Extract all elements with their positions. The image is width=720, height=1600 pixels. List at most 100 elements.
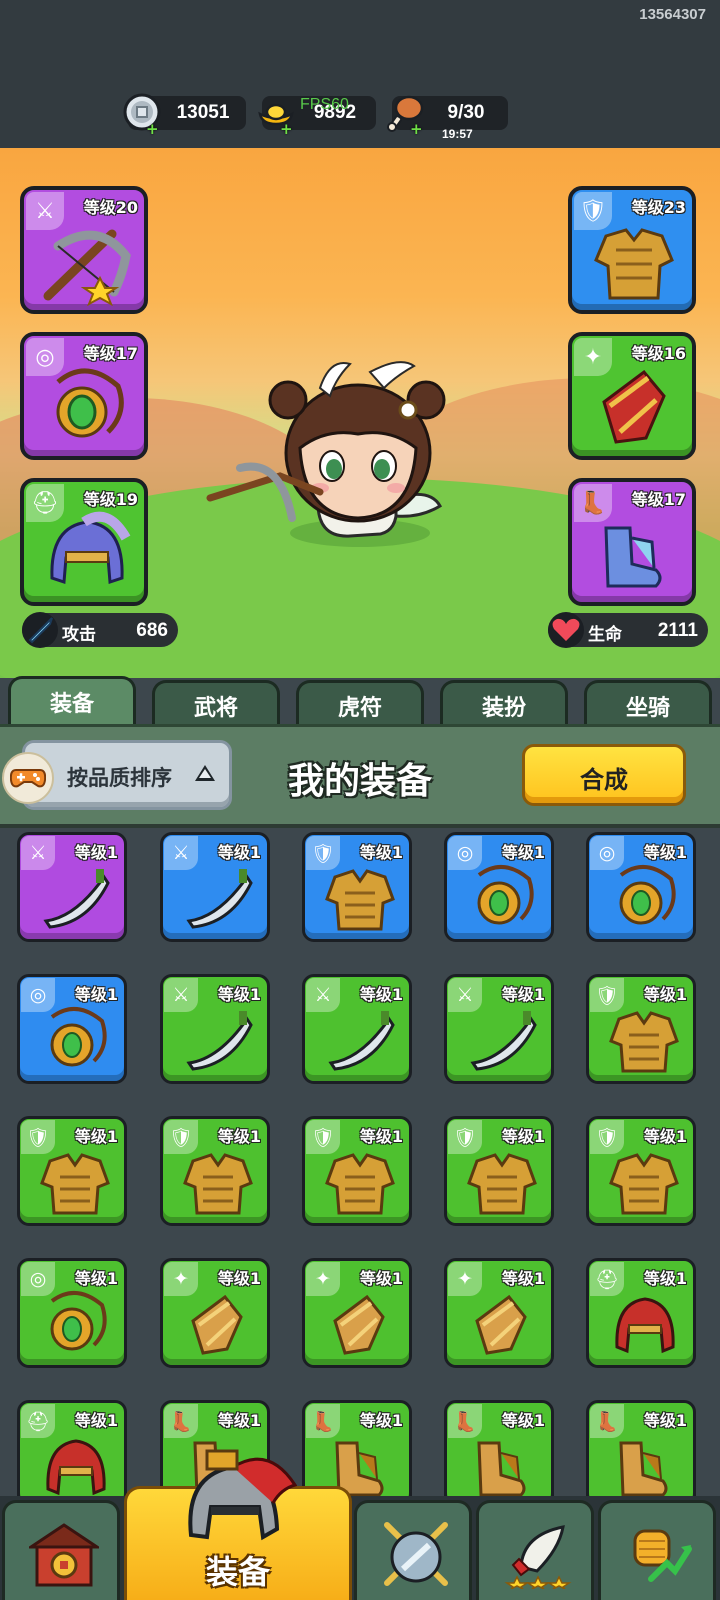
panel-title: 我的装备 xyxy=(287,761,432,802)
slot-level: 等级20 xyxy=(83,198,138,217)
session-id: 13564307 xyxy=(639,6,706,23)
tab-generals[interactable]: 武将 xyxy=(152,680,280,726)
inventory-item[interactable]: ⛑ 等级1 xyxy=(586,1258,696,1368)
crossbow-icon xyxy=(43,229,131,306)
broadsword-icon xyxy=(470,1011,537,1071)
nav-city-gate[interactable] xyxy=(2,1500,120,1600)
shield-swords-icon xyxy=(384,1522,448,1586)
silver-coin-counter[interactable]: 13051 + xyxy=(123,93,246,137)
equip-slot-weapon[interactable]: ⚔ 等级20 xyxy=(20,186,148,314)
equip-slot-armor[interactable]: 🛡 等级23 xyxy=(568,186,696,314)
item-level: 等级1 xyxy=(217,843,261,862)
inventory-item[interactable]: 🛡 等级1 xyxy=(302,1116,412,1226)
hero-character[interactable] xyxy=(200,348,470,558)
inventory-item[interactable]: ✦ 等级1 xyxy=(302,1258,412,1368)
bracer-icon xyxy=(602,369,666,444)
red-armor-icon xyxy=(183,1153,253,1215)
boots-icon xyxy=(477,1441,526,1497)
jeweled-amulet-icon xyxy=(50,1007,107,1067)
inventory-item[interactable]: ⛑ 等级1 xyxy=(17,1400,127,1500)
inventory-item[interactable]: 🛡 等级1 xyxy=(302,832,412,942)
item-level: 等级1 xyxy=(643,843,687,862)
item-level: 等级1 xyxy=(359,1411,403,1430)
add-silver-icon[interactable]: + xyxy=(146,122,159,137)
item-level: 等级1 xyxy=(217,985,261,1004)
hp-value: 2111 xyxy=(657,620,698,641)
item-level: 等级1 xyxy=(74,1411,118,1430)
item-level: 等级1 xyxy=(501,1127,545,1146)
helmet-icon xyxy=(188,1449,297,1541)
item-level: 等级1 xyxy=(643,1411,687,1430)
inventory-item[interactable]: ◎ 等级1 xyxy=(444,832,554,942)
bracer-icon xyxy=(191,1294,243,1355)
equip-slot-amulet[interactable]: ◎ 等级17 xyxy=(20,332,148,460)
tab-equipment[interactable]: 装备 xyxy=(8,676,136,726)
inventory-item[interactable]: 🛡 等级1 xyxy=(586,974,696,1084)
nav-battle[interactable] xyxy=(354,1500,472,1600)
inventory-item[interactable]: ⚔ 等级1 xyxy=(302,974,412,1084)
item-level: 等级1 xyxy=(217,1269,261,1288)
tab-tally[interactable]: 虎符 xyxy=(296,680,424,726)
item-level: 等级1 xyxy=(643,1269,687,1288)
inventory-item[interactable]: 🛡 等级1 xyxy=(17,1116,127,1226)
helmet-icon xyxy=(615,1297,675,1354)
energy-timer: 19:57 xyxy=(442,127,473,141)
jade-amulet-icon xyxy=(50,1291,107,1351)
inventory-item[interactable]: ◎ 等级1 xyxy=(586,832,696,942)
inventory-item[interactable]: ⚔ 等级1 xyxy=(160,974,270,1084)
boots-icon xyxy=(604,526,662,588)
slot-level: 等级23 xyxy=(631,198,686,217)
attack-label: 攻击 xyxy=(62,625,96,645)
inventory-item[interactable]: ◎ 等级1 xyxy=(17,974,127,1084)
broadsword-icon xyxy=(328,1011,395,1071)
bracer-icon xyxy=(475,1294,527,1355)
inventory-item[interactable]: 🛡 等级1 xyxy=(160,1116,270,1226)
item-level: 等级1 xyxy=(501,1411,545,1430)
inventory-item[interactable]: ✦ 等级1 xyxy=(160,1258,270,1368)
item-level: 等级1 xyxy=(359,985,403,1004)
horn-amulet-icon xyxy=(619,865,676,925)
tab-outfits[interactable]: 装扮 xyxy=(440,680,568,726)
crossbow-icon xyxy=(186,869,253,929)
boots-icon xyxy=(619,1441,668,1497)
merge-button[interactable]: 合成 xyxy=(522,744,686,806)
equip-slot-boots[interactable]: 👢 等级17 xyxy=(568,478,696,606)
item-level: 等级1 xyxy=(359,1127,403,1146)
nav-upgrade[interactable] xyxy=(598,1500,716,1600)
add-gold-icon[interactable]: + xyxy=(280,122,293,137)
inventory-item[interactable]: 🛡 等级1 xyxy=(586,1116,696,1226)
add-energy-icon[interactable]: + xyxy=(410,122,423,137)
equip-slot-bracer[interactable]: ✦ 等级16 xyxy=(568,332,696,460)
amulet-icon xyxy=(56,368,124,438)
inventory-item[interactable]: ⚔ 等级1 xyxy=(444,974,554,1084)
shuriken-icon xyxy=(186,1011,253,1071)
slot-level: 等级16 xyxy=(631,344,686,363)
item-level: 等级1 xyxy=(74,985,118,1004)
inventory-item[interactable]: ⚔ 等级1 xyxy=(160,832,270,942)
inventory-grid: ⚔ 等级1 ⚔ 等级1 🛡 等级1 ◎ 等级1 ◎ 等级1 ◎ 等级1 ⚔ 等级1 ⚔ 等级1 ⚔ 等级1 🛡 等级1… xyxy=(0,830,720,1500)
slot-level: 等级19 xyxy=(83,490,138,509)
inventory-item[interactable]: ✦ 等级1 xyxy=(444,1258,554,1368)
silver-coin-value: 13051 xyxy=(176,102,230,123)
helmet-icon xyxy=(46,1439,106,1496)
inventory-item[interactable]: ◎ 等级1 xyxy=(17,1258,127,1368)
gamepad-icon[interactable] xyxy=(2,752,54,804)
robe-icon xyxy=(609,1011,679,1073)
sword-icon xyxy=(22,612,58,648)
item-level: 等级1 xyxy=(74,1269,118,1288)
inventory-item[interactable]: 👢 等级1 xyxy=(444,1400,554,1500)
inventory-item[interactable]: 👢 等级1 xyxy=(302,1400,412,1500)
gate-icon xyxy=(29,1523,99,1587)
nav-summon[interactable] xyxy=(476,1500,594,1600)
item-level: 等级1 xyxy=(501,985,545,1004)
inventory-item[interactable]: 🛡 等级1 xyxy=(444,1116,554,1226)
equip-slot-helmet[interactable]: ⛑ 等级19 xyxy=(20,478,148,606)
inventory-item[interactable]: 👢 等级1 xyxy=(586,1400,696,1500)
item-level: 等级1 xyxy=(359,1269,403,1288)
attack-stat: 攻击 686 xyxy=(22,612,178,648)
inventory-item[interactable]: ⚔ 等级1 xyxy=(17,832,127,942)
energy-counter[interactable]: 9/30 + xyxy=(387,95,508,137)
nav-equipment[interactable]: 装备 xyxy=(124,1449,352,1600)
item-level: 等级1 xyxy=(74,1127,118,1146)
tab-mounts[interactable]: 坐骑 xyxy=(584,680,712,726)
